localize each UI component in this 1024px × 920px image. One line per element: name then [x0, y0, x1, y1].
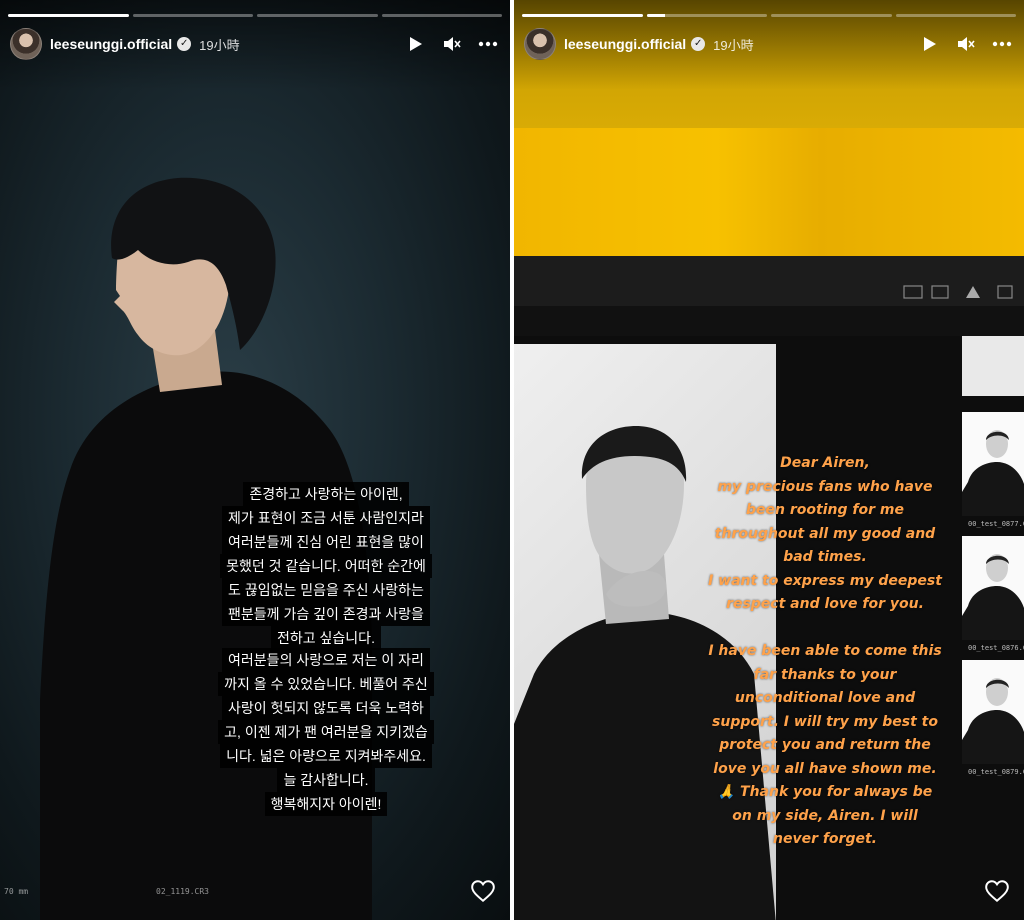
mute-icon[interactable]: [442, 34, 462, 54]
message-line: 못했던 것 같습니다. 어떠한 순간에: [220, 554, 432, 578]
progress-segment: [895, 14, 1016, 17]
korean-message-paragraph-1: 존경하고 사랑하는 아이렌, 제가 표현이 조금 서툰 사람인지라 여러분들께 …: [200, 482, 452, 650]
message-line: 🙏 Thank you for always be: [717, 784, 933, 800]
avatar[interactable]: [10, 28, 42, 60]
message-line: 행복해지자 아이렌!: [264, 792, 388, 816]
heart-icon[interactable]: [984, 878, 1010, 904]
editor-tab-strip: [514, 306, 1024, 336]
post-time: 19小時: [199, 37, 240, 53]
heart-icon[interactable]: [470, 878, 496, 904]
message-line: never forget.: [772, 831, 877, 847]
more-icon[interactable]: [992, 34, 1012, 54]
play-icon[interactable]: [406, 34, 426, 54]
message-line: love you all have shown me.: [713, 760, 937, 777]
progress-segment: [132, 14, 253, 17]
story-header: leeseunggi.official ✓ 19小時: [524, 26, 1012, 62]
thumbnail-filename: 00_test_0877.CR3: [968, 520, 1024, 528]
editor-app-bar: [514, 256, 1024, 306]
message-line: respect and love for you.: [726, 596, 924, 612]
thumbnail-strip: 00_test_0877.CR3 00_test_0876.CR3 00_tes…: [962, 336, 1024, 920]
message-line: 도 끊임없는 믿음을 주신 사랑하는: [222, 578, 430, 602]
message-line: 전하고 싶습니다.: [271, 626, 381, 650]
thumbnail[interactable]: [962, 412, 1024, 516]
username-link[interactable]: leeseunggi.official: [50, 36, 172, 52]
more-icon[interactable]: [478, 34, 498, 54]
progress-segment: [381, 14, 502, 17]
message-line: [690, 617, 960, 641]
thumbnail[interactable]: [962, 536, 1024, 640]
thumbnail[interactable]: [962, 336, 1024, 396]
message-line: support. I will try my best to: [712, 713, 938, 730]
play-icon[interactable]: [920, 34, 940, 54]
message-line: 여러분들의 사랑으로 저는 이 자리: [222, 648, 430, 672]
mute-icon[interactable]: [956, 34, 976, 54]
message-line: far thanks to your: [753, 666, 897, 683]
avatar[interactable]: [524, 28, 556, 60]
progress-segment: [771, 14, 892, 17]
thumbnail-filename: 00_test_0879.CR3: [968, 768, 1024, 776]
story-left[interactable]: 70 mm 02_1119.CR3 존경하고 사랑하는 아이렌, 제가 표현이 …: [0, 0, 510, 920]
message-line: 늘 감사합니다.: [277, 768, 375, 792]
message-line: 사랑이 헛되지 않도록 더욱 노력하: [222, 696, 430, 720]
message-line: protect you and return the: [719, 737, 931, 753]
message-line: unconditional love and: [734, 690, 916, 706]
post-time: 19小時: [713, 37, 754, 53]
story-controls: [920, 34, 1012, 54]
message-line: Dear Airen,: [780, 455, 870, 471]
verified-badge-icon: ✓: [177, 37, 192, 51]
verified-badge-icon: ✓: [691, 37, 706, 51]
message-line: throughout all my good and: [714, 525, 936, 542]
film-label-filename: 02_1119.CR3: [156, 887, 209, 896]
message-line: 존경하고 사랑하는 아이렌,: [243, 482, 409, 506]
progress-segment: [257, 14, 378, 17]
message-line: I have been able to come this: [708, 643, 942, 659]
story-header: leeseunggi.official ✓ 19小時: [10, 26, 498, 62]
message-line: 니다. 넓은 아량으로 지켜봐주세요.: [220, 744, 432, 768]
story-progress-bar: [522, 14, 1016, 17]
story-right[interactable]: 00_test_0877.CR3 00_test_0876.CR3 00_tes…: [514, 0, 1024, 920]
thumbnail-filename: 00_test_0876.CR3: [968, 644, 1024, 652]
progress-segment: [8, 14, 129, 17]
english-message: Dear Airen, my precious fans who have be…: [690, 452, 960, 852]
thumbnail[interactable]: [962, 660, 1024, 764]
story-controls: [406, 34, 498, 54]
message-line: on my side, Airen. I will: [732, 807, 918, 824]
message-line: 여러분들께 진심 어린 표현을 많이: [222, 530, 430, 554]
korean-message-paragraph-2: 여러분들의 사랑으로 저는 이 자리 까지 올 수 있었습니다. 베풀어 주신 …: [200, 648, 452, 816]
message-line: I want to express my deepest: [708, 572, 942, 589]
message-line: 팬분들께 가슴 깊이 존경과 사랑을: [222, 602, 430, 626]
progress-segment: [646, 14, 767, 17]
message-line: my precious fans who have: [717, 478, 933, 495]
username-link[interactable]: leeseunggi.official: [564, 36, 686, 52]
message-line: been rooting for me: [746, 502, 904, 518]
message-line: 제가 표현이 조금 서툰 사람인지라: [222, 506, 430, 530]
message-line: 고, 이젠 제가 팬 여러분을 지키겠습: [218, 720, 434, 744]
progress-segment: [522, 14, 643, 17]
message-line: bad times.: [783, 549, 867, 565]
story-progress-bar: [8, 14, 502, 17]
message-line: 까지 올 수 있었습니다. 베풀어 주신: [218, 672, 434, 696]
film-label-focal: 70 mm: [4, 887, 29, 896]
